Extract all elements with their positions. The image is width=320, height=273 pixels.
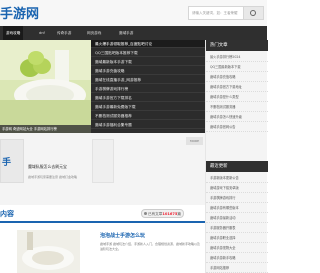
- featured-strip: 手 魔域私服怎么去刷元宝 魔域手游玩家需要注意 魔域打金攻略 MORE: [0, 133, 205, 205]
- search-icon: [250, 10, 256, 16]
- sidebar-hot-item[interactable]: 魔域手游充值攻略: [206, 72, 268, 82]
- sidebar-latest-title: 最近更新: [206, 161, 268, 172]
- news-item[interactable]: 魔域手游福利合集专题: [91, 121, 205, 129]
- info-icon: [144, 212, 147, 215]
- article-photo: [17, 230, 80, 273]
- sidebar-hot-item[interactable]: 不删档测试服务器: [206, 102, 268, 112]
- news-item[interactable]: 手游棋牌游戏排行榜: [91, 85, 205, 93]
- sidebar-hot-item[interactable]: 魔域手游官网公告: [206, 122, 268, 132]
- badge-prefix: 已有文章: [148, 212, 163, 216]
- sidebar-latest-item[interactable]: 魔域手游宠物大全: [206, 243, 268, 253]
- sidebar-hot-item[interactable]: 魔域手游怎么快速升级: [206, 112, 268, 122]
- nav-item-strategy[interactable]: 游戏攻略: [3, 26, 24, 40]
- nav-item-webgame[interactable]: 网页游戏: [84, 26, 104, 40]
- search-input[interactable]: 请输入关键词，如：王者荣耀: [188, 6, 244, 20]
- nav-item-dnf[interactable]: dnf: [36, 26, 48, 40]
- sidebar-hot-item[interactable]: 最火手游排行榜2024: [206, 52, 268, 62]
- article-card: 泡泡战士手游怎么玩 魔域手游 魔域玩法介绍，手游新人入门，合理规划资源，魔域新手…: [0, 224, 205, 273]
- section-title: 内容: [0, 210, 14, 218]
- featured-thumbnail[interactable]: [92, 139, 114, 183]
- sidebar: 热门文章 最火手游排行榜2024 QQ三国最新版本下载 魔域手游充值攻略 魔域手…: [205, 40, 268, 273]
- featured-title[interactable]: 魔域私服怎么去刷元宝: [28, 164, 67, 170]
- sidebar-hot-item[interactable]: 魔域手游是什么类型: [206, 92, 268, 102]
- news-item[interactable]: 魔域在线直播手游_网游推荐: [91, 76, 205, 84]
- sidebar-latest-item[interactable]: 魔域手游有哪些版本: [206, 203, 268, 213]
- news-list: 最火爆手游领取推荐_百度贴吧讨论 QQ三国贴吧版本推荐下载 魔域最新版本手游下载…: [91, 40, 205, 133]
- article-desc: 魔域手游 魔域玩法介绍，手游新人入门，合理规划资源，魔域新手攻略以及进阶玩法大全…: [100, 242, 200, 251]
- sidebar-latest-item[interactable]: 手游棋牌游戏排行: [206, 193, 268, 203]
- sidebar-latest-item[interactable]: 魔域手游新手攻略: [206, 253, 268, 263]
- news-item[interactable]: 不删档测试服务器推荐: [91, 112, 205, 120]
- hero-image[interactable]: 手游网 奇迹网站大全 手游网站排行榜: [0, 40, 91, 133]
- nav-item-moyu[interactable]: 魔域手游: [116, 26, 136, 40]
- article-thumbnail[interactable]: [17, 230, 80, 273]
- sidebar-latest-item[interactable]: 魔域手游职业选择: [206, 233, 268, 243]
- article-title[interactable]: 泡泡战士手游怎么玩: [100, 232, 145, 239]
- sidebar-hot-item[interactable]: 魔域手游官方下载地址: [206, 82, 268, 92]
- site-header: 手游网 请输入关键词，如：王者荣耀: [0, 0, 267, 26]
- news-item[interactable]: 魔域手游官方下载排名: [91, 94, 205, 102]
- featured-thumbnail[interactable]: 手: [0, 139, 24, 183]
- news-item[interactable]: 魔域最新版本手游下载: [91, 58, 205, 66]
- news-item[interactable]: 魔域手游最新免费版下载: [91, 103, 205, 111]
- thumbnail-text: 手: [2, 158, 12, 168]
- sidebar-latest-item[interactable]: 魔域游戏下载安卓版: [206, 183, 268, 193]
- hero-caption: 手游网 奇迹网站大全 手游网站排行榜: [0, 125, 91, 133]
- news-item[interactable]: 魔域手游充值攻略: [91, 67, 205, 75]
- news-item[interactable]: 最火爆手游领取推荐_百度贴吧讨论: [91, 40, 205, 48]
- more-button[interactable]: MORE: [186, 137, 203, 145]
- hero-photo: [0, 40, 91, 133]
- site-logo[interactable]: 手游网: [0, 3, 39, 22]
- search-button[interactable]: [244, 6, 264, 20]
- main-nav: 游戏攻略 dnf 传奇手游 网页游戏 魔域手游: [0, 26, 267, 40]
- article-count-badge: 已有文章101675篇: [141, 209, 184, 218]
- sidebar-latest-item[interactable]: 手游服务器开服表: [206, 223, 268, 233]
- sidebar-latest-item[interactable]: 手游网站推荐: [206, 263, 268, 273]
- article-count: 101675: [162, 212, 178, 216]
- section-header: 内容 已有文章101675篇: [0, 205, 205, 223]
- sidebar-hot-item[interactable]: QQ三国最新版本下载: [206, 62, 268, 72]
- sidebar-latest-item[interactable]: 手游新版本更新公告: [206, 173, 268, 183]
- nav-item-legend[interactable]: 传奇手游: [54, 26, 74, 40]
- sidebar-latest-item[interactable]: 魔域手游最新活动: [206, 213, 268, 223]
- sidebar-hot-title: 热门文章: [206, 40, 268, 51]
- badge-suffix: 篇: [177, 212, 181, 216]
- news-item[interactable]: QQ三国贴吧版本推荐下载: [91, 49, 205, 57]
- featured-desc: 魔域手游玩家需要注意 魔域打金攻略: [28, 175, 77, 179]
